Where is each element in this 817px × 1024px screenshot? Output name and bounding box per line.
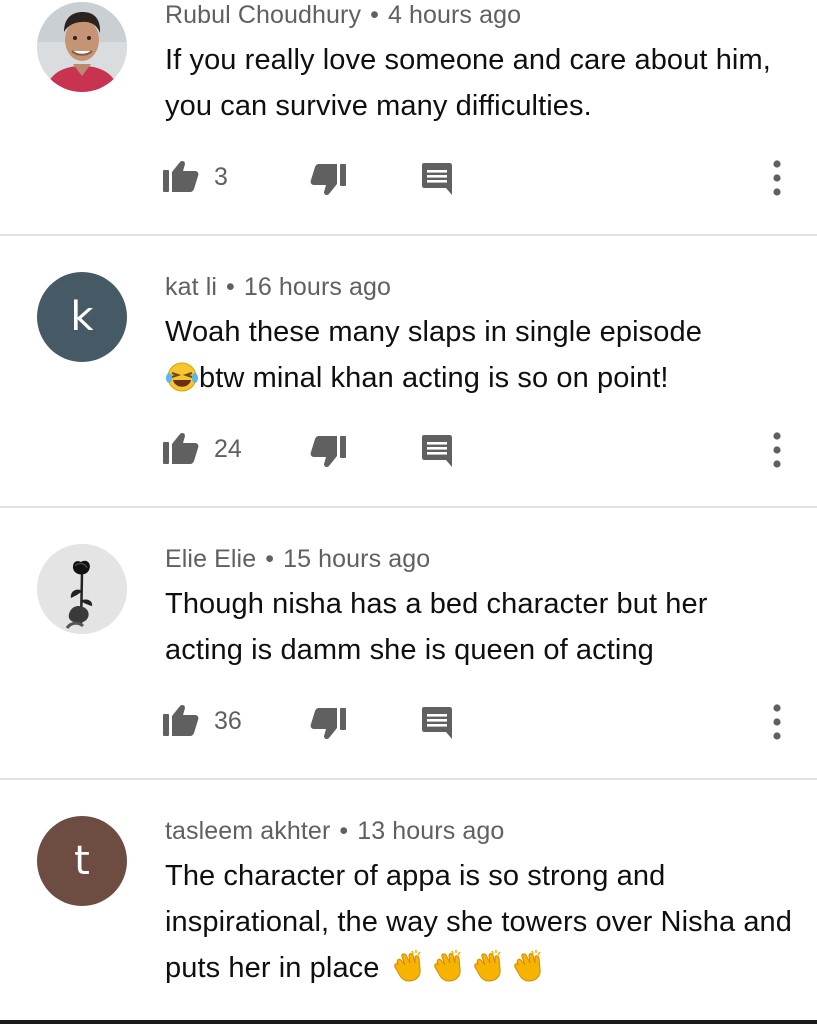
laughing-emoji-icon	[165, 360, 199, 406]
bottom-divider	[0, 1020, 817, 1024]
avatar[interactable]	[37, 2, 127, 92]
comment-text: If you really love someone and care abou…	[165, 44, 771, 122]
comment-meta: kat li • 16 hours ago	[165, 273, 391, 302]
author-name[interactable]: kat li	[165, 273, 217, 301]
comment-text-line: Woah these many slaps in single episode	[165, 316, 702, 348]
comment-time[interactable]: 15 hours ago	[283, 545, 430, 573]
like-count: 36	[214, 707, 242, 735]
comment-item: t tasleem akhter • 13 hours ago The charac…	[0, 780, 817, 1024]
comment-meta: tasleem akhter • 13 hours ago	[165, 817, 504, 846]
separator-dot: •	[370, 1, 379, 29]
comment-time[interactable]: 13 hours ago	[357, 817, 504, 845]
more-vertical-icon[interactable]	[769, 702, 785, 742]
comment-time[interactable]: 4 hours ago	[388, 1, 521, 29]
comment-text-line: btw minal khan acting is so on point!	[199, 362, 669, 394]
comment-actions: 3	[163, 158, 803, 198]
like-count: 24	[214, 435, 242, 463]
avatar-letter: t	[74, 838, 90, 884]
comment-item: Elie Elie • 15 hours ago Though nisha has …	[0, 508, 817, 780]
comment-text: The character of appa is so strong and i…	[165, 853, 805, 996]
avatar-letter: k	[70, 294, 94, 340]
separator-dot: •	[226, 273, 235, 301]
comment-item: Rubul Choudhury • 4 hours ago If you reall…	[0, 0, 817, 236]
like-count: 3	[214, 163, 228, 191]
comment-meta: Rubul Choudhury • 4 hours ago	[165, 1, 521, 30]
comment-text: Though nisha has a bed character but her…	[165, 588, 708, 666]
author-name[interactable]: Elie Elie	[165, 545, 256, 573]
person-photo-icon	[37, 2, 127, 92]
thumb-up-icon[interactable]	[163, 704, 199, 738]
thumb-up-icon[interactable]	[163, 432, 199, 466]
more-vertical-icon[interactable]	[769, 158, 785, 198]
comment-item: k kat li • 16 hours ago Woah these many sl…	[0, 236, 817, 508]
reply-icon[interactable]	[420, 434, 454, 468]
thumb-down-icon[interactable]	[310, 164, 346, 198]
author-name[interactable]: Rubul Choudhury	[165, 1, 361, 29]
clapping-hands-icon	[392, 949, 544, 996]
thumb-down-icon[interactable]	[310, 436, 346, 470]
comment-meta: Elie Elie • 15 hours ago	[165, 545, 430, 574]
avatar[interactable]: k	[37, 272, 127, 362]
comment-text: Woah these many slaps in single episode …	[165, 309, 795, 406]
rose-photo-icon	[37, 544, 127, 634]
thumb-up-icon[interactable]	[163, 160, 199, 194]
thumb-down-icon[interactable]	[310, 708, 346, 742]
separator-dot: •	[339, 817, 349, 845]
comment-actions: 24	[163, 430, 803, 470]
more-vertical-icon[interactable]	[769, 430, 785, 470]
comment-actions: 36	[163, 702, 803, 742]
separator-dot: •	[265, 545, 275, 573]
author-name[interactable]: tasleem akhter	[165, 817, 330, 845]
reply-icon[interactable]	[420, 162, 454, 196]
comment-time[interactable]: 16 hours ago	[244, 273, 391, 301]
avatar[interactable]: t	[37, 816, 127, 906]
avatar[interactable]	[37, 544, 127, 634]
reply-icon[interactable]	[420, 706, 454, 740]
